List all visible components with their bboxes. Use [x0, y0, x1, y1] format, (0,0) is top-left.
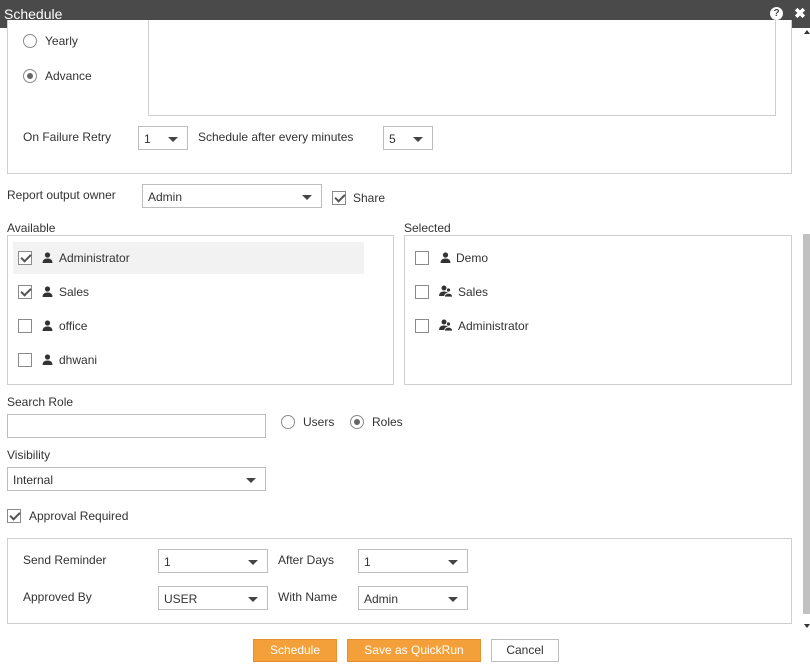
visibility-label: Visibility — [7, 448, 51, 462]
selected-item-label: Demo — [456, 251, 489, 265]
approved-by-label: Approved By — [23, 590, 92, 604]
available-label: Available — [7, 221, 56, 235]
with-name-label: With Name — [278, 590, 338, 604]
search-role-input[interactable] — [7, 414, 266, 438]
chevron-down-icon — [168, 137, 178, 142]
schedule-minutes-select[interactable]: 5 — [383, 126, 433, 150]
after-days-value: 1 — [364, 555, 371, 569]
yearly-label: Yearly — [45, 34, 78, 48]
selected-label: Selected — [404, 221, 451, 235]
user-icon — [42, 354, 53, 365]
available-item-label: Sales — [59, 285, 90, 299]
advance-radio[interactable] — [23, 69, 37, 83]
available-item-label: dhwani — [59, 353, 98, 367]
retry-select[interactable]: 1 — [138, 126, 188, 150]
approved-by-value: USER — [164, 592, 198, 606]
scroll-up-icon[interactable] — [804, 30, 810, 34]
yearly-radio[interactable] — [23, 34, 37, 48]
after-days-select[interactable]: 1 — [358, 549, 468, 573]
available-item-checkbox[interactable] — [18, 285, 32, 299]
available-item-label: Administrator — [59, 251, 130, 265]
available-item-label: office — [59, 319, 88, 333]
visibility-select-value: Internal — [13, 473, 54, 487]
with-name-value: Admin — [364, 592, 399, 606]
cancel-button[interactable]: Cancel — [491, 639, 559, 662]
selected-item-checkbox[interactable] — [415, 251, 429, 265]
approval-required-checkbox[interactable] — [7, 509, 21, 523]
send-reminder-select[interactable]: 1 — [158, 549, 268, 573]
users-label: Users — [303, 415, 335, 429]
scroll-down-icon[interactable] — [804, 624, 810, 628]
user-icon — [440, 252, 451, 263]
owner-select-value: Admin — [148, 190, 183, 204]
retry-select-value: 1 — [144, 132, 151, 146]
chevron-down-icon — [248, 560, 258, 565]
chevron-down-icon — [246, 478, 256, 483]
retry-label: On Failure Retry — [23, 130, 112, 144]
schedule-minutes-label: Schedule after every minutes — [198, 130, 354, 144]
chevron-down-icon — [248, 597, 258, 602]
after-days-label: After Days — [278, 553, 335, 567]
selected-item-checkbox[interactable] — [415, 285, 429, 299]
visibility-select[interactable]: Internal — [7, 467, 266, 491]
help-icon[interactable]: ? — [770, 7, 783, 20]
chevron-down-icon — [413, 137, 423, 142]
chevron-down-icon — [448, 560, 458, 565]
selected-item-label: Administrator — [458, 319, 529, 333]
available-item-checkbox[interactable] — [18, 319, 32, 333]
advance-settings-box — [148, 20, 776, 116]
owner-label: Report output owner — [7, 188, 116, 202]
roles-radio[interactable] — [350, 415, 364, 429]
approved-by-select[interactable]: USER — [158, 586, 268, 610]
with-name-select[interactable]: Admin — [358, 586, 468, 610]
selected-item-label: Sales — [458, 285, 489, 299]
approval-required-label: Approval Required — [29, 509, 129, 523]
search-role-label: Search Role — [7, 395, 74, 409]
available-item-checkbox[interactable] — [18, 353, 32, 367]
user-icon — [42, 286, 53, 297]
roles-label: Roles — [372, 415, 403, 429]
schedule-minutes-value: 5 — [389, 132, 396, 146]
group-icon — [439, 285, 453, 297]
available-item-checkbox[interactable] — [18, 251, 32, 265]
user-icon — [42, 320, 53, 331]
scrollbar[interactable] — [803, 28, 810, 632]
owner-select[interactable]: Admin — [142, 184, 322, 208]
users-radio[interactable] — [281, 415, 295, 429]
schedule-button[interactable]: Schedule — [253, 639, 337, 662]
advance-label: Advance — [45, 69, 92, 83]
chevron-down-icon — [448, 597, 458, 602]
user-icon — [42, 252, 53, 263]
close-icon[interactable]: ✖ — [793, 5, 807, 21]
chevron-down-icon — [302, 195, 312, 200]
selected-item-checkbox[interactable] — [415, 319, 429, 333]
share-checkbox[interactable] — [332, 191, 346, 205]
save-quickrun-button[interactable]: Save as QuickRun — [347, 639, 481, 662]
scrollbar-thumb[interactable] — [803, 234, 810, 614]
send-reminder-label: Send Reminder — [23, 553, 107, 567]
send-reminder-value: 1 — [164, 555, 171, 569]
group-icon — [439, 319, 453, 331]
share-label: Share — [353, 191, 386, 205]
